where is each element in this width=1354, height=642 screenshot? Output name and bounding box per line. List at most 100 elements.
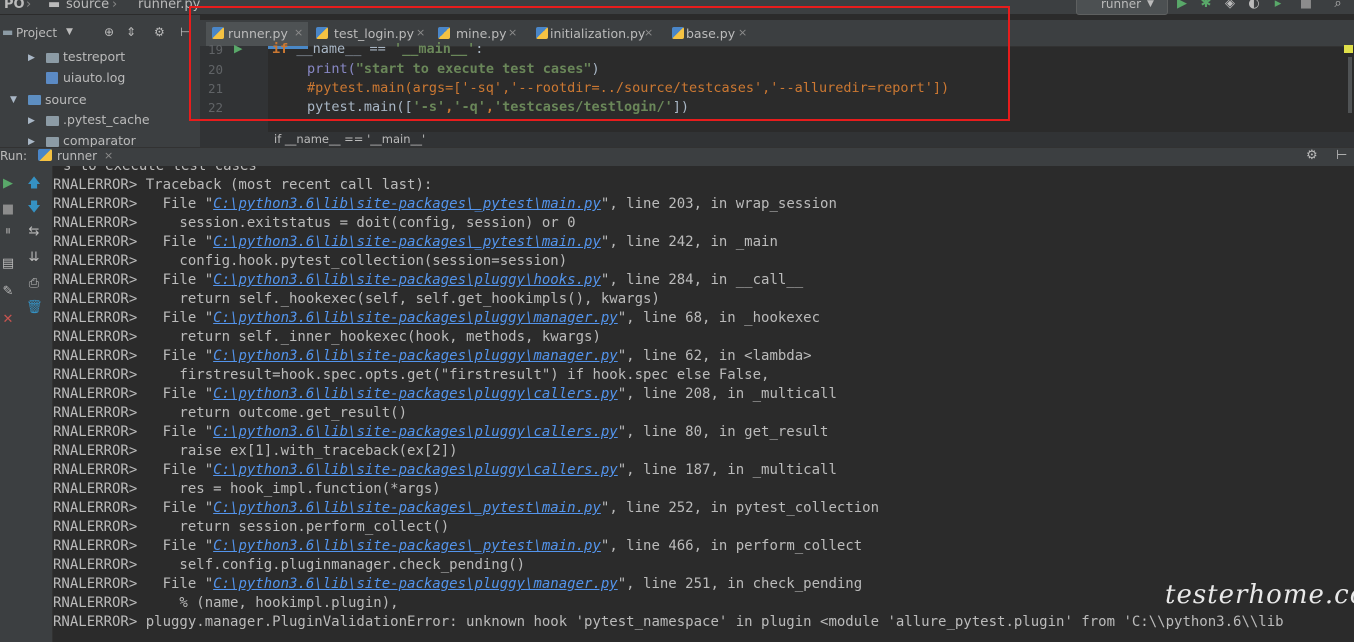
console-prefix: RNALERROR> [53,424,146,440]
gear-icon[interactable]: ⚙ [154,25,165,39]
console-text: self.config.pluginmanager.check_pending(… [145,557,526,573]
scroll-to-end-icon[interactable]: ⇊ [26,250,42,266]
arrow-down-icon[interactable]: 🡇 [26,200,42,216]
folder-icon: ▬ [2,25,14,39]
console-line: RNALERROR> firstresult=hook.spec.opts.ge… [53,367,769,383]
file-path-link[interactable]: C:\python3.6\lib\site-packages\pluggy\ma… [213,310,618,326]
chevron-down-icon[interactable]: ▼ [66,27,73,37]
console-line: RNALERROR> File "C:\python3.6\lib\site-p… [53,196,837,212]
hide-icon[interactable]: ⊢ [1336,148,1347,163]
tree-item-comparator-label: comparator [63,133,136,147]
file-path-link[interactable]: C:\python3.6\lib\site-packages\_pytest\m… [213,538,601,554]
stop-icon[interactable]: ■ [1298,0,1314,12]
console-text: File " [145,462,214,478]
run-icon[interactable]: ▶ [1174,0,1190,12]
tree-item-uiauto-log[interactable]: uiauto.log [63,70,125,85]
console-prefix: RNALERROR> [53,329,146,345]
pause-icon[interactable]: ⏸ [0,224,16,240]
run-panel-header: Run: runner × ⚙ ⊢ [0,147,1354,166]
console-prefix: RNALERROR> [53,481,146,497]
console-text: ", line 187, in _multicall [617,462,837,478]
file-path-link[interactable]: C:\python3.6\lib\site-packages\pluggy\ca… [213,386,618,402]
console-prefix: RNALERROR> [53,310,146,326]
console-text: % (name, hookimpl.plugin), [145,595,399,611]
console-line: RNALERROR> Traceback (most recent call l… [53,177,432,193]
console-text: File " [145,500,214,516]
run-tool-icon[interactable]: ▸ [1270,0,1286,12]
file-path-link[interactable]: C:\python3.6\lib\site-packages\pluggy\ho… [213,272,601,288]
breadcrumb-separator-icon: › [112,0,118,12]
profile-icon[interactable]: ◐ [1246,0,1262,12]
file-path-link[interactable]: C:\python3.6\lib\site-packages\_pytest\m… [213,500,601,516]
arrow-up-icon[interactable]: 🡅 [26,176,42,192]
console-text: ", line 62, in <lambda> [617,348,812,364]
console-line: s to execute test cases [63,166,257,174]
breadcrumb-label[interactable]: if __name__ == '__main__' [274,132,425,146]
breadcrumb-source[interactable]: source [66,0,109,12]
tree-item-testreport[interactable]: testreport [63,49,125,64]
print-icon[interactable]: ⎙ [26,276,42,292]
trash-icon[interactable]: 🗑 [26,300,43,316]
rerun-icon[interactable]: ▶ [0,176,16,192]
console-line: RNALERROR> File "C:\python3.6\lib\site-p… [53,462,837,478]
console-line: RNALERROR> File "C:\python3.6\lib\site-p… [53,310,820,326]
console-prefix: RNALERROR> [53,557,146,573]
console-line: RNALERROR> self.config.pluginmanager.che… [53,557,526,573]
console-line: RNALERROR> File "C:\python3.6\lib\site-p… [53,272,803,288]
console-line: RNALERROR> res = hook_impl.function(*arg… [53,481,441,497]
console-prefix: RNALERROR> [53,386,146,402]
editor-breadcrumb: if __name__ == '__main__' [200,132,1354,147]
console-text: File " [145,272,214,288]
tree-item-comparator[interactable]: comparator [63,133,136,147]
console-prefix: RNALERROR> [53,253,146,269]
coverage-icon[interactable]: ◈ [1222,0,1238,12]
console-prefix: RNALERROR> [53,348,146,364]
console-line: RNALERROR> return self._hookexec(self, s… [53,291,660,307]
expand-arrow-icon[interactable]: ▶ [28,137,35,147]
file-path-link[interactable]: C:\python3.6\lib\site-packages\pluggy\ca… [213,462,618,478]
console-line: RNALERROR> % (name, hookimpl.plugin), [53,595,399,611]
file-path-link[interactable]: C:\python3.6\lib\site-packages\_pytest\m… [213,234,601,250]
console-text: config.hook.pytest_collection(session=se… [145,253,568,269]
editor-scroll-markers [1343,45,1354,115]
stop-icon[interactable]: ■ [0,202,16,218]
soft-wrap-icon[interactable]: ⇆ [26,224,42,240]
target-icon[interactable]: ⊕ [104,25,114,39]
gear-icon[interactable]: ⚙ [1306,148,1318,163]
console-line: RNALERROR> File "C:\python3.6\lib\site-p… [53,576,862,592]
console-text: ", line 208, in _multicall [617,386,837,402]
layout-icon[interactable]: ▤ [0,256,16,272]
collapse-icon[interactable]: ⇕ [126,25,136,39]
expand-arrow-icon[interactable]: ▶ [28,53,35,63]
debug-icon[interactable]: ✱ [1198,0,1214,12]
file-path-link[interactable]: C:\python3.6\lib\site-packages\pluggy\ma… [213,576,618,592]
file-path-link[interactable]: C:\python3.6\lib\site-packages\pluggy\ca… [213,424,618,440]
close-icon[interactable]: ✕ [0,312,16,328]
scrollbar-thumb[interactable] [1348,57,1352,113]
run-console-output[interactable]: s to execute test cases RNALERROR> Trace… [53,166,1354,642]
search-icon[interactable]: ⌕ [1330,0,1346,12]
console-text: ", line 80, in get_result [617,424,829,440]
tree-item-pytest-cache[interactable]: .pytest_cache [63,112,150,127]
collapse-arrow-icon[interactable]: ▼ [10,95,17,105]
run-tab-label[interactable]: runner [57,149,97,163]
console-line: RNALERROR> File "C:\python3.6\lib\site-p… [53,538,862,554]
console-text: File " [145,386,214,402]
close-icon[interactable]: × [104,149,113,162]
file-path-link[interactable]: C:\python3.6\lib\site-packages\_pytest\m… [213,196,601,212]
warning-marker[interactable] [1344,45,1353,53]
console-text: File " [145,348,214,364]
pin-icon[interactable]: ✎ [0,284,16,300]
console-text: raise ex[1].with_traceback(ex[2]) [145,443,458,459]
project-panel: ▬ Project ▼ ⊕ ⇕ ⚙ ⊢ ▶ testreport uiauto.… [0,15,200,147]
console-prefix: RNALERROR> [53,614,146,630]
run-label: Run: [0,149,28,163]
file-path-link[interactable]: C:\python3.6\lib\site-packages\pluggy\ma… [213,348,618,364]
expand-arrow-icon[interactable]: ▶ [28,116,35,126]
breadcrumb-project[interactable]: PO [4,0,25,12]
project-title[interactable]: Project [16,26,57,40]
console-text: ", line 203, in wrap_session [600,196,837,212]
tree-item-source[interactable]: source [45,92,87,107]
run-configuration-select[interactable]: runner ▼ [1076,0,1168,15]
console-line: RNALERROR> pluggy.manager.PluginValidati… [53,614,1284,630]
